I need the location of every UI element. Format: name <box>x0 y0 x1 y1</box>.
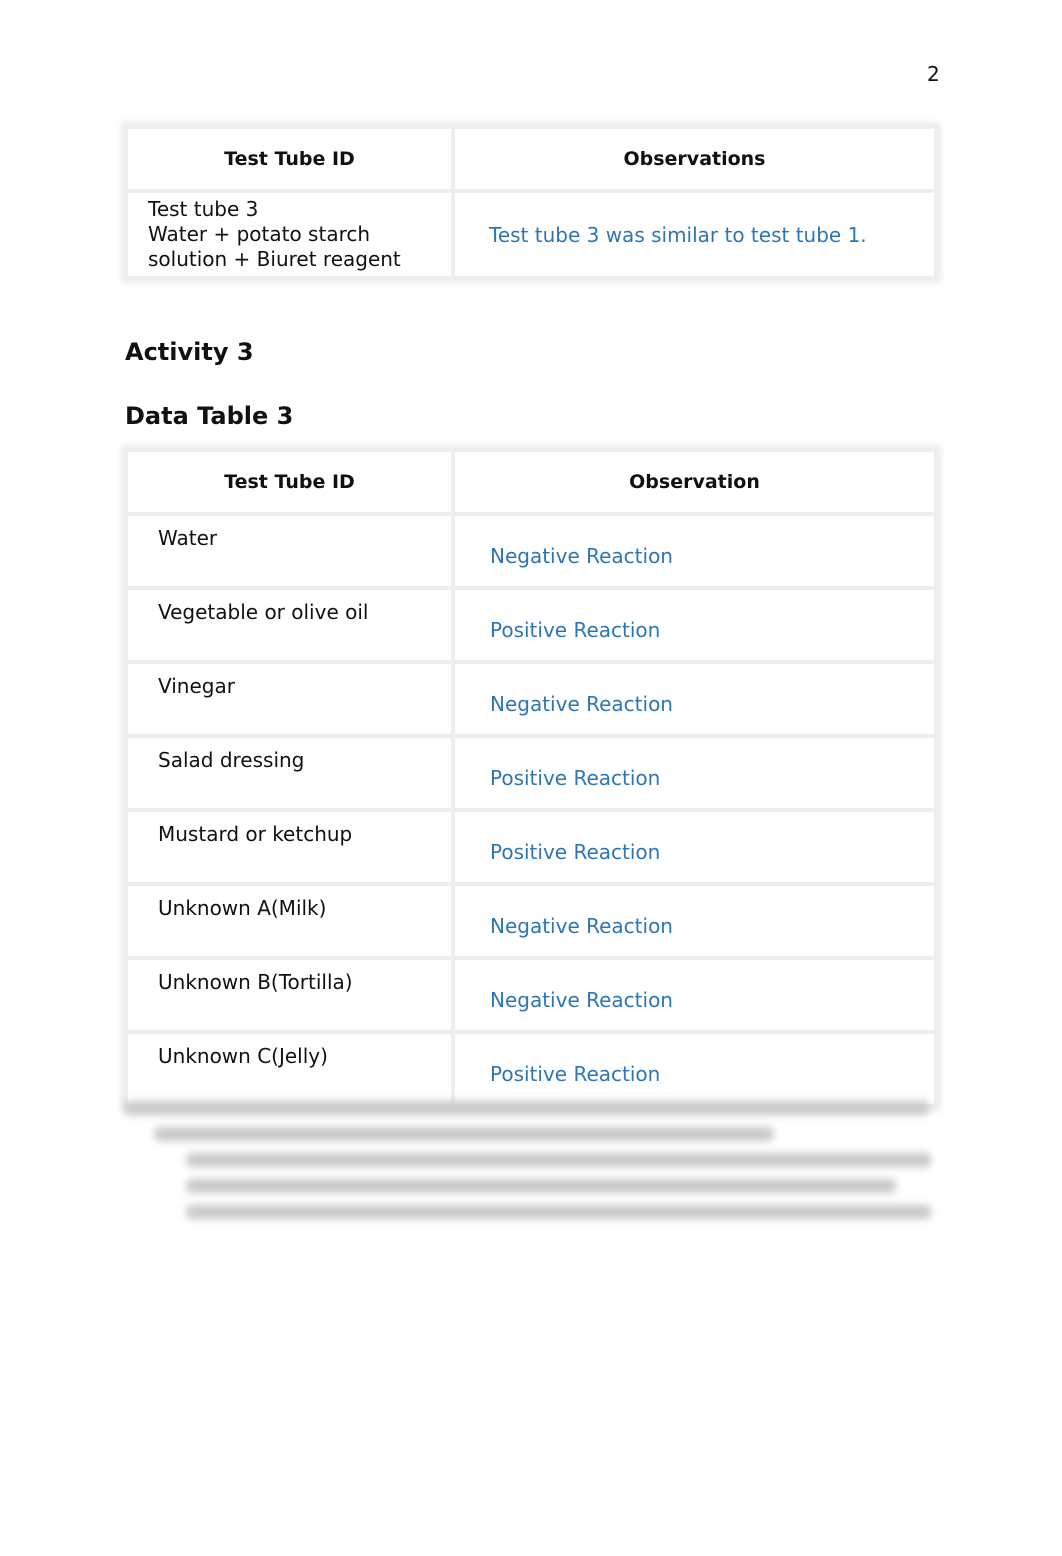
table-header-row: Test Tube ID Observation <box>124 448 938 516</box>
blurred-question-text <box>124 1095 936 1225</box>
test-tube-id-cell: Test tube 3 Water + potato starch soluti… <box>124 189 455 280</box>
table-row: Vegetable or olive oil Positive Reaction <box>124 586 938 664</box>
document-page: 2 Test Tube ID Observations Test tube 3 … <box>0 0 1062 1556</box>
table-row: Water Negative Reaction <box>124 512 938 590</box>
test-tube-id-cell: Salad dressing <box>124 734 455 812</box>
test-tube-id-cell: Unknown B(Tortilla) <box>124 956 455 1034</box>
test-tube-id-cell: Mustard or ketchup <box>124 808 455 886</box>
observation-cell: Negative Reaction <box>451 956 938 1034</box>
observation-cell: Positive Reaction <box>451 734 938 812</box>
observation-cell: Positive Reaction <box>451 808 938 886</box>
table-header-row: Test Tube ID Observations <box>124 125 938 193</box>
table-row: Test tube 3 Water + potato starch soluti… <box>124 189 938 280</box>
data-table-heading: Data Table 3 <box>125 402 294 430</box>
table-row: Unknown B(Tortilla) Negative Reaction <box>124 956 938 1034</box>
header-observation: Observation <box>451 448 938 516</box>
id-line: solution + Biuret reagent <box>148 247 401 271</box>
id-line: Test tube 3 <box>148 197 259 221</box>
observation-cell: Negative Reaction <box>451 882 938 960</box>
table-row: Unknown A(Milk) Negative Reaction <box>124 882 938 960</box>
test-tube-id-cell: Water <box>124 512 455 590</box>
page-number: 2 <box>927 62 940 86</box>
test-tube-id-cell: Unknown A(Milk) <box>124 882 455 960</box>
observation-cell: Positive Reaction <box>451 586 938 664</box>
data-table-3: Test Tube ID Observation Water Negative R… <box>124 448 938 1108</box>
header-test-tube-id: Test Tube ID <box>124 448 455 516</box>
activity-heading: Activity 3 <box>125 338 254 366</box>
table-row: Mustard or ketchup Positive Reaction <box>124 808 938 886</box>
id-line: Water + potato starch <box>148 222 371 246</box>
observations-table: Test Tube ID Observations Test tube 3 Wa… <box>124 125 938 280</box>
table-row: Salad dressing Positive Reaction <box>124 734 938 812</box>
table-row: Vinegar Negative Reaction <box>124 660 938 738</box>
observation-cell: Test tube 3 was similar to test tube 1. <box>451 189 938 280</box>
observation-cell: Negative Reaction <box>451 660 938 738</box>
header-observations: Observations <box>451 125 938 193</box>
header-test-tube-id: Test Tube ID <box>124 125 455 193</box>
observation-cell: Negative Reaction <box>451 512 938 590</box>
test-tube-id-cell: Vegetable or olive oil <box>124 586 455 664</box>
test-tube-id-cell: Vinegar <box>124 660 455 738</box>
